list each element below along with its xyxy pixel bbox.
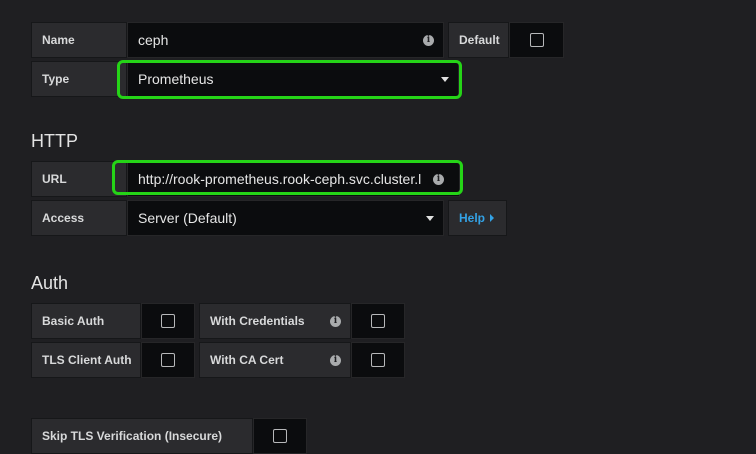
url-value: http://rook-prometheus.rook-ceph.svc.clu… [138,171,422,187]
with-credentials-label: With Credentials i [199,303,351,339]
with-credentials-checkbox[interactable] [351,303,405,339]
info-icon[interactable]: i [423,35,434,46]
checkbox-box [529,33,544,47]
help-button[interactable]: Help [448,200,507,236]
access-value: Server (Default) [138,210,237,226]
basic-auth-checkbox[interactable] [141,303,195,339]
info-icon[interactable]: i [330,316,341,327]
info-icon[interactable]: i [330,355,341,366]
type-value: Prometheus [138,71,214,87]
skip-tls-checkbox[interactable] [253,418,307,454]
basic-auth-label: Basic Auth [31,303,141,339]
with-ca-cert-label: With CA Cert i [199,342,351,378]
name-input[interactable]: ceph i [127,22,444,58]
checkbox-box [161,353,175,367]
checkbox-box [273,429,287,443]
access-label: Access [31,200,127,236]
skip-tls-label: Skip TLS Verification (Insecure) [31,418,253,454]
name-label: Name [31,22,127,58]
url-label: URL [31,161,127,197]
with-credentials-text: With Credentials [210,314,305,328]
info-icon[interactable]: i [433,174,444,185]
http-heading: HTTP [31,131,78,151]
access-select[interactable]: Server (Default) [127,200,444,236]
chevron-down-icon [441,77,449,82]
type-select[interactable]: Prometheus [127,61,459,97]
help-label: Help [459,211,486,225]
type-label: Type [31,61,127,97]
default-checkbox[interactable] [509,22,564,58]
auth-heading: Auth [31,273,69,293]
checkbox-box [371,353,385,367]
tls-client-auth-label: TLS Client Auth [31,342,141,378]
with-ca-cert-text: With CA Cert [210,353,284,367]
name-value: ceph [138,32,169,48]
chevron-down-icon [426,216,434,221]
chevron-right-icon [490,214,495,222]
default-label: Default [448,22,509,58]
url-input[interactable]: http://rook-prometheus.rook-ceph.svc.clu… [127,161,460,197]
tls-client-auth-checkbox[interactable] [141,342,195,378]
checkbox-box [161,314,175,328]
checkbox-box [371,314,385,328]
with-ca-cert-checkbox[interactable] [351,342,405,378]
